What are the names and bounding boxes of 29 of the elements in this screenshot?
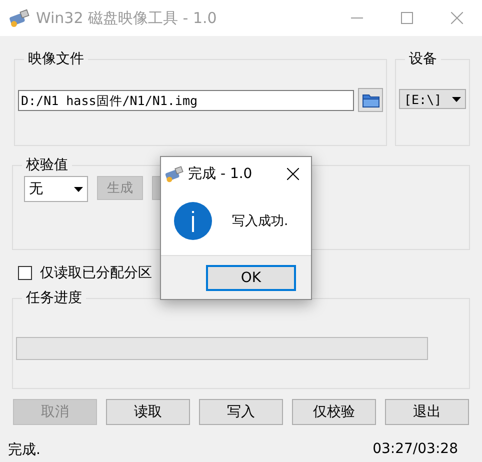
usb-drive-icon (8, 7, 30, 29)
device-dropdown[interactable]: [E:\] (399, 89, 466, 109)
close-icon (287, 168, 299, 180)
browse-button[interactable] (358, 88, 383, 112)
group-label: 校验值 (25, 156, 69, 174)
group-label: 设备 (408, 50, 438, 68)
group-label: 任务进度 (25, 289, 83, 307)
elapsed-time: 03:27/03:28 (372, 441, 458, 459)
folder-icon (362, 92, 380, 108)
window-title: Win32 磁盘映像工具 - 1.0 (36, 8, 218, 28)
verify-button[interactable]: 仅校验 (292, 399, 376, 425)
dropdown-arrow-icon (74, 186, 83, 192)
info-icon (174, 202, 212, 240)
dropdown-arrow-icon (452, 96, 461, 102)
checkbox-label: 仅读取已分配分区 (40, 264, 152, 282)
write-button[interactable]: 写入 (199, 399, 283, 425)
status-text: 完成. (8, 441, 40, 459)
hash-type-dropdown[interactable]: 无 (24, 176, 88, 202)
read-button[interactable]: 读取 (106, 399, 190, 425)
close-icon (451, 12, 463, 24)
maximize-icon (401, 12, 413, 24)
dialog-title: 完成 - 1.0 (188, 164, 254, 182)
path-field[interactable]: D:/N1 hass固件/N1/N1.img (18, 90, 354, 110)
ok-button[interactable]: OK (206, 265, 296, 291)
usb-drive-icon (164, 164, 184, 184)
group-label: 映像文件 (27, 50, 85, 68)
checkbox[interactable] (18, 266, 32, 280)
dialog-message: 写入成功. (232, 213, 288, 230)
exit-button[interactable]: 退出 (385, 399, 469, 425)
